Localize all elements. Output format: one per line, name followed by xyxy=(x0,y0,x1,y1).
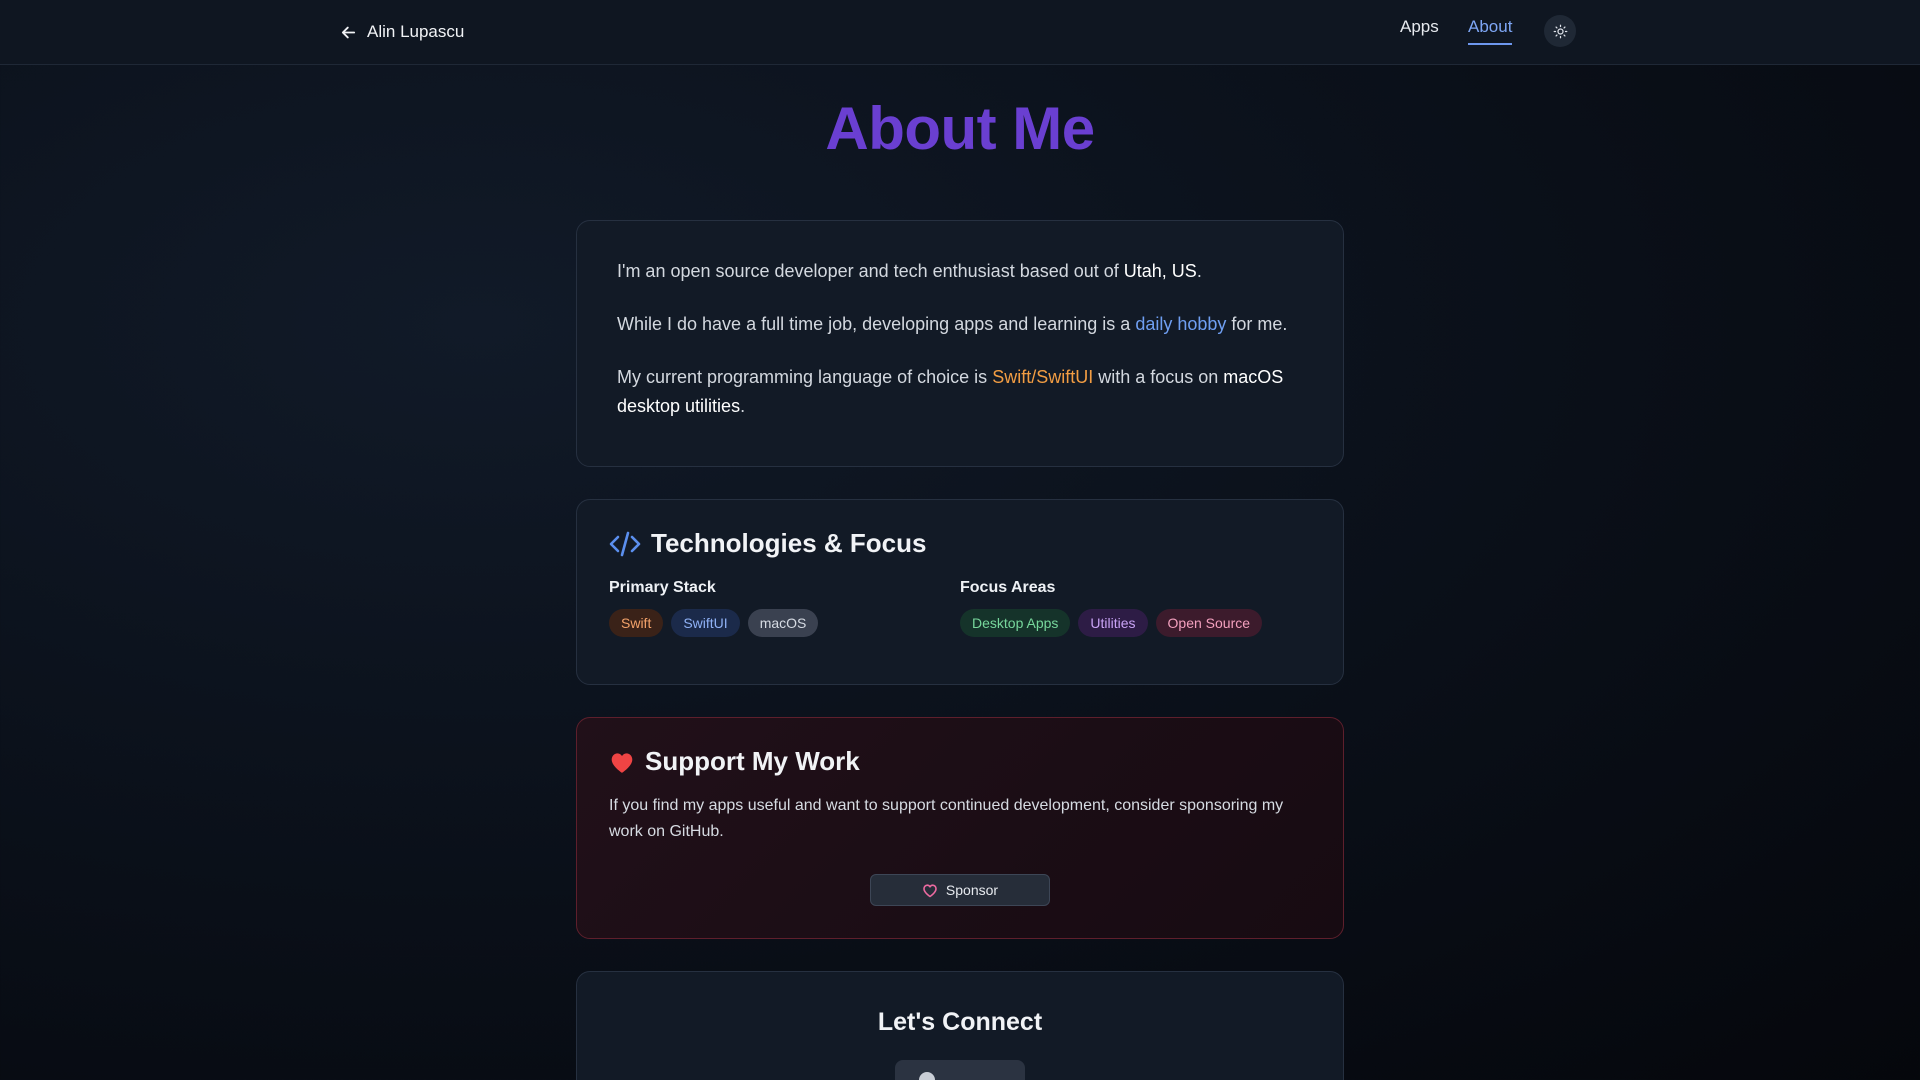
swift-highlight: Swift/SwiftUI xyxy=(992,367,1094,387)
support-card: Support My Work If you find my apps usef… xyxy=(576,717,1344,939)
location-highlight: Utah, US xyxy=(1123,261,1197,281)
support-description: If you find my apps useful and want to s… xyxy=(609,797,1284,840)
primary-stack-label: Primary Stack xyxy=(609,579,716,596)
intro-card: I'm an open source developer and tech en… xyxy=(576,220,1344,467)
tag-swift: Swift xyxy=(609,609,664,637)
theme-toggle-button[interactable] xyxy=(1544,15,1576,47)
sponsor-button[interactable]: Sponsor xyxy=(870,874,1050,906)
focus-areas-label: Focus Areas xyxy=(960,579,1056,596)
code-icon xyxy=(609,531,641,556)
top-navbar: Alin Lupascu Apps About xyxy=(0,0,1920,65)
focus-areas-group: Focus Areas Desktop Apps Utilities Open … xyxy=(960,579,1311,637)
support-title: Support My Work xyxy=(645,746,860,776)
tag-desktop-apps: Desktop Apps xyxy=(960,609,1071,637)
intro-paragraph-location: I'm an open source developer and tech en… xyxy=(617,261,1202,281)
heart-icon xyxy=(611,752,633,773)
github-link-button[interactable] xyxy=(895,1060,1025,1080)
nav-link-about[interactable]: About xyxy=(1468,17,1513,45)
tag-macos: macOS xyxy=(747,609,819,637)
intro-paragraph-language: My current programming language of choic… xyxy=(617,367,1284,416)
support-heading: Support My Work xyxy=(609,746,1311,777)
sun-icon xyxy=(1553,24,1567,38)
back-home-link[interactable]: Alin Lupascu xyxy=(340,18,464,46)
technologies-card: Technologies & Focus Primary Stack Swift… xyxy=(576,499,1344,685)
tag-open-source: Open Source xyxy=(1155,609,1263,637)
nav-link-apps[interactable]: Apps xyxy=(1400,17,1439,37)
primary-stack-group: Primary Stack Swift SwiftUI macOS xyxy=(609,579,960,637)
daily-hobby-highlight: daily hobby xyxy=(1135,314,1227,334)
connect-title: Let's Connect xyxy=(877,1008,1043,1036)
heart-outline-icon xyxy=(923,883,937,897)
connect-card: Let's Connect xyxy=(576,971,1344,1080)
intro-paragraph-hobby: While I do have a full time job, develop… xyxy=(617,314,1288,334)
github-icon xyxy=(919,1072,935,1080)
site-owner-name: Alin Lupascu xyxy=(367,22,465,41)
tag-utilities: Utilities xyxy=(1078,609,1148,637)
tag-swiftui: SwiftUI xyxy=(671,609,740,637)
page-title: About Me xyxy=(825,95,1095,162)
arrow-left-icon xyxy=(341,26,356,38)
technologies-heading: Technologies & Focus xyxy=(609,528,1311,559)
sponsor-button-label: Sponsor xyxy=(945,882,999,898)
technologies-title: Technologies & Focus xyxy=(651,528,927,558)
